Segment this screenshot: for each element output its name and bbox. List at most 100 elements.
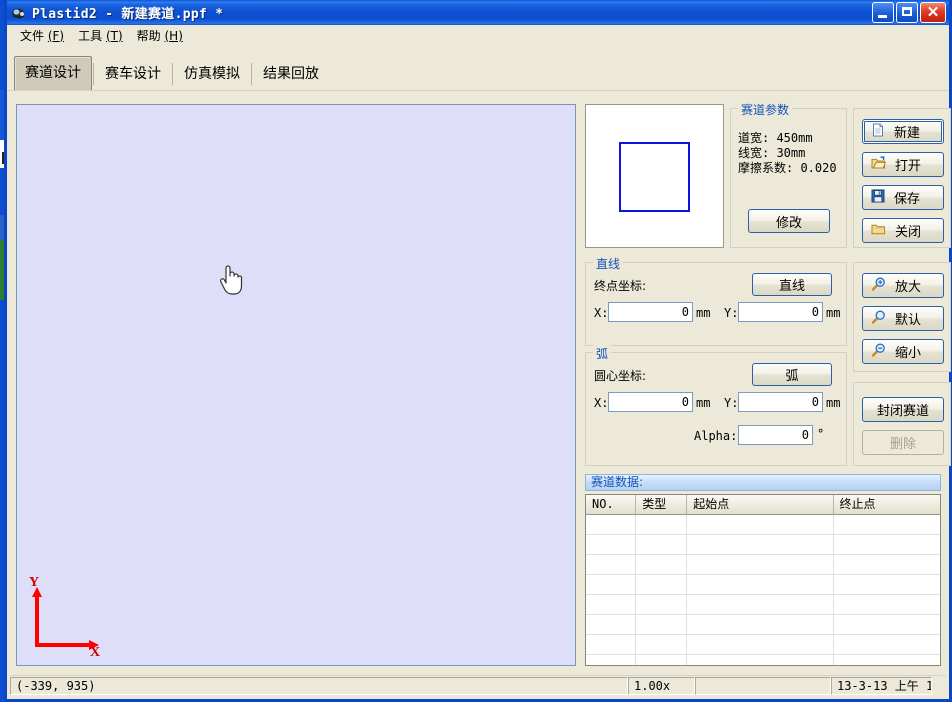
title-bar: Plastid2 - 新建赛道.ppf * ✕ (7, 0, 949, 25)
table-row[interactable] (586, 615, 940, 635)
app-icon (11, 5, 27, 21)
add-line-button[interactable]: 直线 (752, 273, 832, 296)
column-header-type[interactable]: 类型 (636, 495, 688, 514)
table-cell (586, 515, 637, 534)
table-row[interactable] (586, 555, 940, 575)
modify-params-label: 修改 (775, 215, 802, 231)
table-row[interactable] (586, 515, 940, 535)
zoom-buttons-group: 放大 默认 缩小 (853, 262, 951, 372)
column-header-no[interactable]: NO. (586, 495, 637, 514)
open-button[interactable]: 打开 (862, 152, 944, 177)
axis-indicator: X Y (29, 577, 100, 657)
add-arc-label: 弧 (785, 369, 799, 384)
track-preview[interactable] (585, 104, 724, 248)
table-cell (636, 635, 688, 654)
table-cell (834, 515, 940, 534)
column-header-start-point[interactable]: 起始点 (687, 495, 834, 514)
menu-file-key: (F) (47, 28, 65, 43)
line-x-input[interactable]: 0 (608, 302, 693, 322)
save-button[interactable]: 保存 (862, 185, 944, 210)
table-cell (636, 535, 688, 554)
arc-y-input[interactable]: 0 (738, 392, 823, 412)
table-cell (834, 615, 940, 634)
tab-car-design[interactable]: 赛车设计 (95, 58, 171, 91)
line-group-title: 直线 (593, 255, 624, 272)
zoom-reset-button[interactable]: 默认 (862, 306, 944, 331)
line-x-label: X: (594, 306, 609, 320)
menu-bar: 文件 (F) 工具 (T) 帮助 (H) (7, 25, 949, 46)
table-row[interactable] (586, 575, 940, 595)
arc-alpha-unit: ° (817, 427, 825, 441)
menu-tools-key: (T) (105, 28, 123, 43)
zoom-out-label: 缩小 (895, 346, 922, 361)
arc-alpha-label: Alpha: (694, 429, 738, 443)
status-resize-grip[interactable] (932, 676, 946, 696)
line-x-unit: mm (696, 306, 711, 320)
file-buttons-group: 新建 打开 保存 关闭 (853, 108, 951, 248)
line-y-input[interactable]: 0 (738, 302, 823, 322)
status-coordinates: (-339, 935) (10, 677, 628, 695)
modify-params-button[interactable]: 修改 (748, 209, 830, 233)
add-line-label: 直线 (778, 279, 805, 294)
table-cell (636, 655, 688, 665)
tab-separator (93, 63, 94, 85)
tab-result-playback[interactable]: 结果回放 (253, 58, 329, 91)
table-row[interactable] (586, 635, 940, 655)
table-cell (636, 615, 688, 634)
line-y-label: Y: (724, 306, 739, 320)
zoom-out-icon (871, 343, 886, 361)
track-data-header: 赛道数据: (585, 474, 941, 491)
arc-alpha-input[interactable]: 0 (738, 425, 813, 445)
open-button-label: 打开 (895, 159, 922, 174)
status-bar: (-339, 935) 1.00x 13-3-13 上午 11:43: (10, 675, 946, 696)
table-cell (636, 515, 688, 534)
menu-item-help[interactable]: 帮助 (H) (130, 25, 190, 46)
close-button[interactable]: ✕ (920, 2, 946, 23)
close-track-button[interactable]: 封闭赛道 (862, 397, 944, 422)
delete-label: 删除 (889, 437, 916, 452)
minimize-button[interactable] (872, 2, 894, 23)
track-design-canvas[interactable]: X Y (16, 104, 576, 666)
table-cell (687, 615, 834, 634)
closed-folder-icon (871, 222, 886, 240)
arc-y-unit: mm (826, 396, 841, 410)
tab-strip: 赛道设计 赛车设计 仿真模拟 结果回放 (7, 46, 949, 91)
line-endpoint-caption: 终点坐标: (594, 279, 647, 293)
table-row[interactable] (586, 655, 940, 665)
line-y-unit: mm (826, 306, 841, 320)
hand-cursor-icon (220, 265, 243, 295)
table-cell (586, 555, 637, 574)
table-cell (834, 655, 940, 665)
delete-button[interactable]: 删除 (862, 430, 944, 455)
zoom-in-label: 放大 (895, 280, 922, 295)
window-title: Plastid2 - 新建赛道.ppf * (32, 7, 224, 22)
table-cell (687, 635, 834, 654)
zoom-in-button[interactable]: 放大 (862, 273, 944, 298)
line-group: 直线 终点坐标: 直线 X: 0 mm Y: 0 mm (585, 255, 847, 346)
action-buttons-group: 封闭赛道 删除 (853, 382, 951, 466)
add-arc-button[interactable]: 弧 (752, 363, 832, 386)
maximize-button[interactable] (896, 2, 918, 23)
track-params-title: 赛道参数 (738, 101, 793, 118)
track-data-table[interactable]: NO. 类型 起始点 终止点 (585, 494, 941, 666)
table-cell (834, 595, 940, 614)
arc-x-input[interactable]: 0 (608, 392, 693, 412)
arc-y-label: Y: (724, 396, 739, 410)
close-file-button[interactable]: 关闭 (862, 218, 944, 243)
tab-strip-divider (7, 90, 949, 91)
tab-simulation[interactable]: 仿真模拟 (174, 58, 250, 91)
svg-text:X: X (90, 645, 100, 657)
column-header-end-point[interactable]: 终止点 (834, 495, 940, 514)
table-row[interactable] (586, 535, 940, 555)
new-button[interactable]: 新建 (862, 119, 944, 144)
menu-item-tools[interactable]: 工具 (T) (71, 25, 130, 46)
zoom-out-button[interactable]: 缩小 (862, 339, 944, 364)
menu-item-file[interactable]: 文件 (F) (13, 25, 71, 46)
table-cell (687, 595, 834, 614)
table-body (586, 515, 940, 665)
tab-track-design[interactable]: 赛道设计 (14, 56, 92, 91)
open-folder-icon (871, 155, 887, 174)
arc-group: 弧 圆心坐标: 弧 X: 0 mm Y: 0 mm Alpha: 0 ° (585, 345, 847, 466)
table-row[interactable] (586, 595, 940, 615)
preview-track-shape (619, 142, 690, 212)
